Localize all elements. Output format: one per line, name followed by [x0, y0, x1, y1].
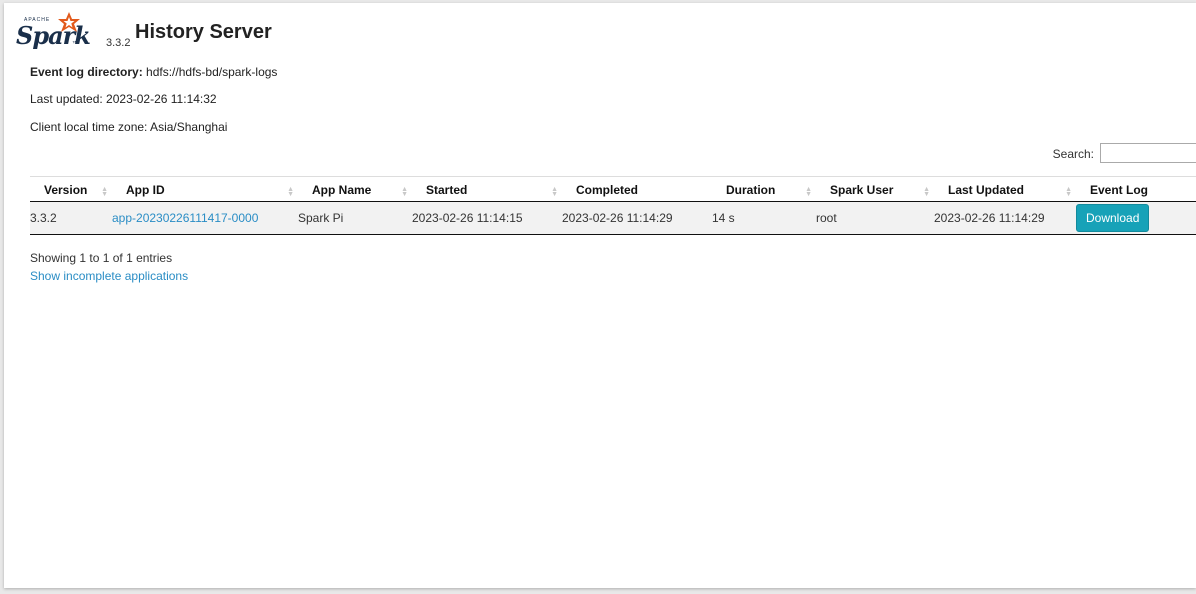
event-log-label: Event log directory:	[30, 65, 143, 79]
sort-icon: ▲ ▼	[287, 186, 294, 198]
applications-table: Version ▲ ▼ App ID ▲ ▼ App Name ▲ ▼ Started ▲ ▼ …	[30, 176, 1196, 235]
table-header-row: Version ▲ ▼ App ID ▲ ▼ App Name ▲ ▼ Started ▲ ▼ …	[30, 176, 1196, 202]
last-updated: Last updated: 2023-02-26 11:14:32	[30, 92, 217, 106]
search-input[interactable]	[1100, 143, 1196, 163]
cell-app-name: Spark Pi	[298, 201, 412, 235]
page-header: APACHE Spark ™ 3.3.2 History Server	[16, 11, 416, 51]
spark-version: 3.3.2	[106, 37, 131, 49]
cell-event-log: Download	[1076, 201, 1196, 235]
column-header-completed[interactable]: Completed	[562, 176, 712, 202]
column-header-event-log[interactable]: Event Log	[1076, 176, 1196, 202]
sort-icon: ▲ ▼	[923, 186, 930, 198]
sort-icon: ▲ ▼	[401, 186, 408, 198]
column-header-spark-user[interactable]: Spark User ▲ ▼	[816, 176, 934, 202]
entries-info: Showing 1 to 1 of 1 entries	[30, 251, 173, 265]
spark-star-icon	[58, 12, 80, 32]
cell-duration: 14 s	[712, 201, 816, 235]
column-header-started[interactable]: Started ▲ ▼	[412, 176, 562, 202]
show-incomplete-link-wrap: Show incomplete applications	[30, 269, 188, 283]
page-title: History Server	[135, 21, 272, 43]
cell-started: 2023-02-26 11:14:15	[412, 201, 562, 235]
cell-version: 3.3.2	[30, 201, 112, 235]
show-incomplete-link[interactable]: Show incomplete applications	[30, 269, 188, 283]
sort-icon: ▲ ▼	[101, 186, 108, 198]
column-header-duration[interactable]: Duration ▲ ▼	[712, 176, 816, 202]
event-log-value: hdfs://hdfs-bd/spark-logs	[146, 65, 278, 79]
column-header-last-updated[interactable]: Last Updated ▲ ▼	[934, 176, 1076, 202]
event-log-directory: Event log directory: hdfs://hdfs-bd/spar…	[30, 65, 277, 79]
cell-app-id: app-20230226111417-0000	[112, 201, 298, 235]
cell-spark-user: root	[816, 201, 934, 235]
table-row: 3.3.2 app-20230226111417-0000 Spark Pi 2…	[30, 201, 1196, 235]
column-header-version[interactable]: Version ▲ ▼	[30, 176, 112, 202]
client-time-zone: Client local time zone: Asia/Shanghai	[30, 120, 228, 134]
column-header-app-name[interactable]: App Name ▲ ▼	[298, 176, 412, 202]
sort-icon: ▲ ▼	[1065, 186, 1072, 198]
sort-icon: ▲ ▼	[551, 186, 558, 198]
app-id-link[interactable]: app-20230226111417-0000	[112, 211, 258, 225]
cell-completed: 2023-02-26 11:14:29	[562, 201, 712, 235]
sort-icon: ▲ ▼	[805, 186, 812, 198]
spark-logo[interactable]: APACHE Spark ™	[16, 11, 96, 51]
column-header-app-id[interactable]: App ID ▲ ▼	[112, 176, 298, 202]
search-label: Search:	[1052, 147, 1094, 161]
history-server-page: APACHE Spark ™ 3.3.2 History Server Even…	[4, 3, 1196, 588]
download-button[interactable]: Download	[1076, 204, 1150, 232]
cell-last-updated: 2023-02-26 11:14:29	[934, 201, 1076, 235]
